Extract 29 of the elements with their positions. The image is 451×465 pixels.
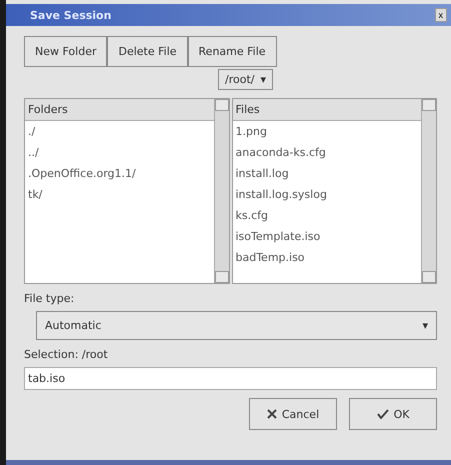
cancel-button[interactable]: Cancel <box>249 398 337 430</box>
list-item[interactable]: install.log.syslog <box>232 184 421 205</box>
list-item[interactable]: ./ <box>25 121 214 142</box>
file-type-dropdown[interactable]: Automatic ▾ <box>36 311 437 340</box>
list-item[interactable]: ks.cfg <box>232 205 421 226</box>
list-item[interactable]: isoTemplate.iso <box>232 226 421 247</box>
close-button[interactable]: x <box>434 8 447 22</box>
list-item[interactable]: badTemp.iso <box>232 247 421 268</box>
path-menu[interactable]: /root/ ▾ <box>218 69 273 90</box>
list-item[interactable]: tk/ <box>25 184 214 205</box>
field-label: File type: <box>24 292 76 305</box>
list-item[interactable]: 1.png <box>232 121 421 142</box>
check-icon <box>376 409 389 419</box>
list-header: Files <box>232 99 421 121</box>
list-item[interactable]: install.log <box>232 163 421 184</box>
list-item[interactable]: ../ <box>25 142 214 163</box>
cancel-icon <box>266 409 277 419</box>
toolbar-button[interactable]: New Folder <box>24 36 108 67</box>
list-item[interactable]: .OpenOffice.org1.1/ <box>25 163 214 184</box>
ok-button[interactable]: OK <box>349 398 437 430</box>
window-title: Save Session <box>30 8 112 22</box>
scrollbar[interactable] <box>421 99 436 283</box>
toolbar-button[interactable]: Delete File <box>107 36 188 67</box>
field-label: Selection: /root <box>24 348 109 361</box>
list-item[interactable]: anaconda-ks.cfg <box>232 142 421 163</box>
toolbar-button[interactable]: Rename File <box>188 36 277 67</box>
scrollbar[interactable] <box>214 99 228 283</box>
list-header: Folders <box>25 99 214 121</box>
filename-field[interactable]: tab.iso <box>24 367 437 390</box>
